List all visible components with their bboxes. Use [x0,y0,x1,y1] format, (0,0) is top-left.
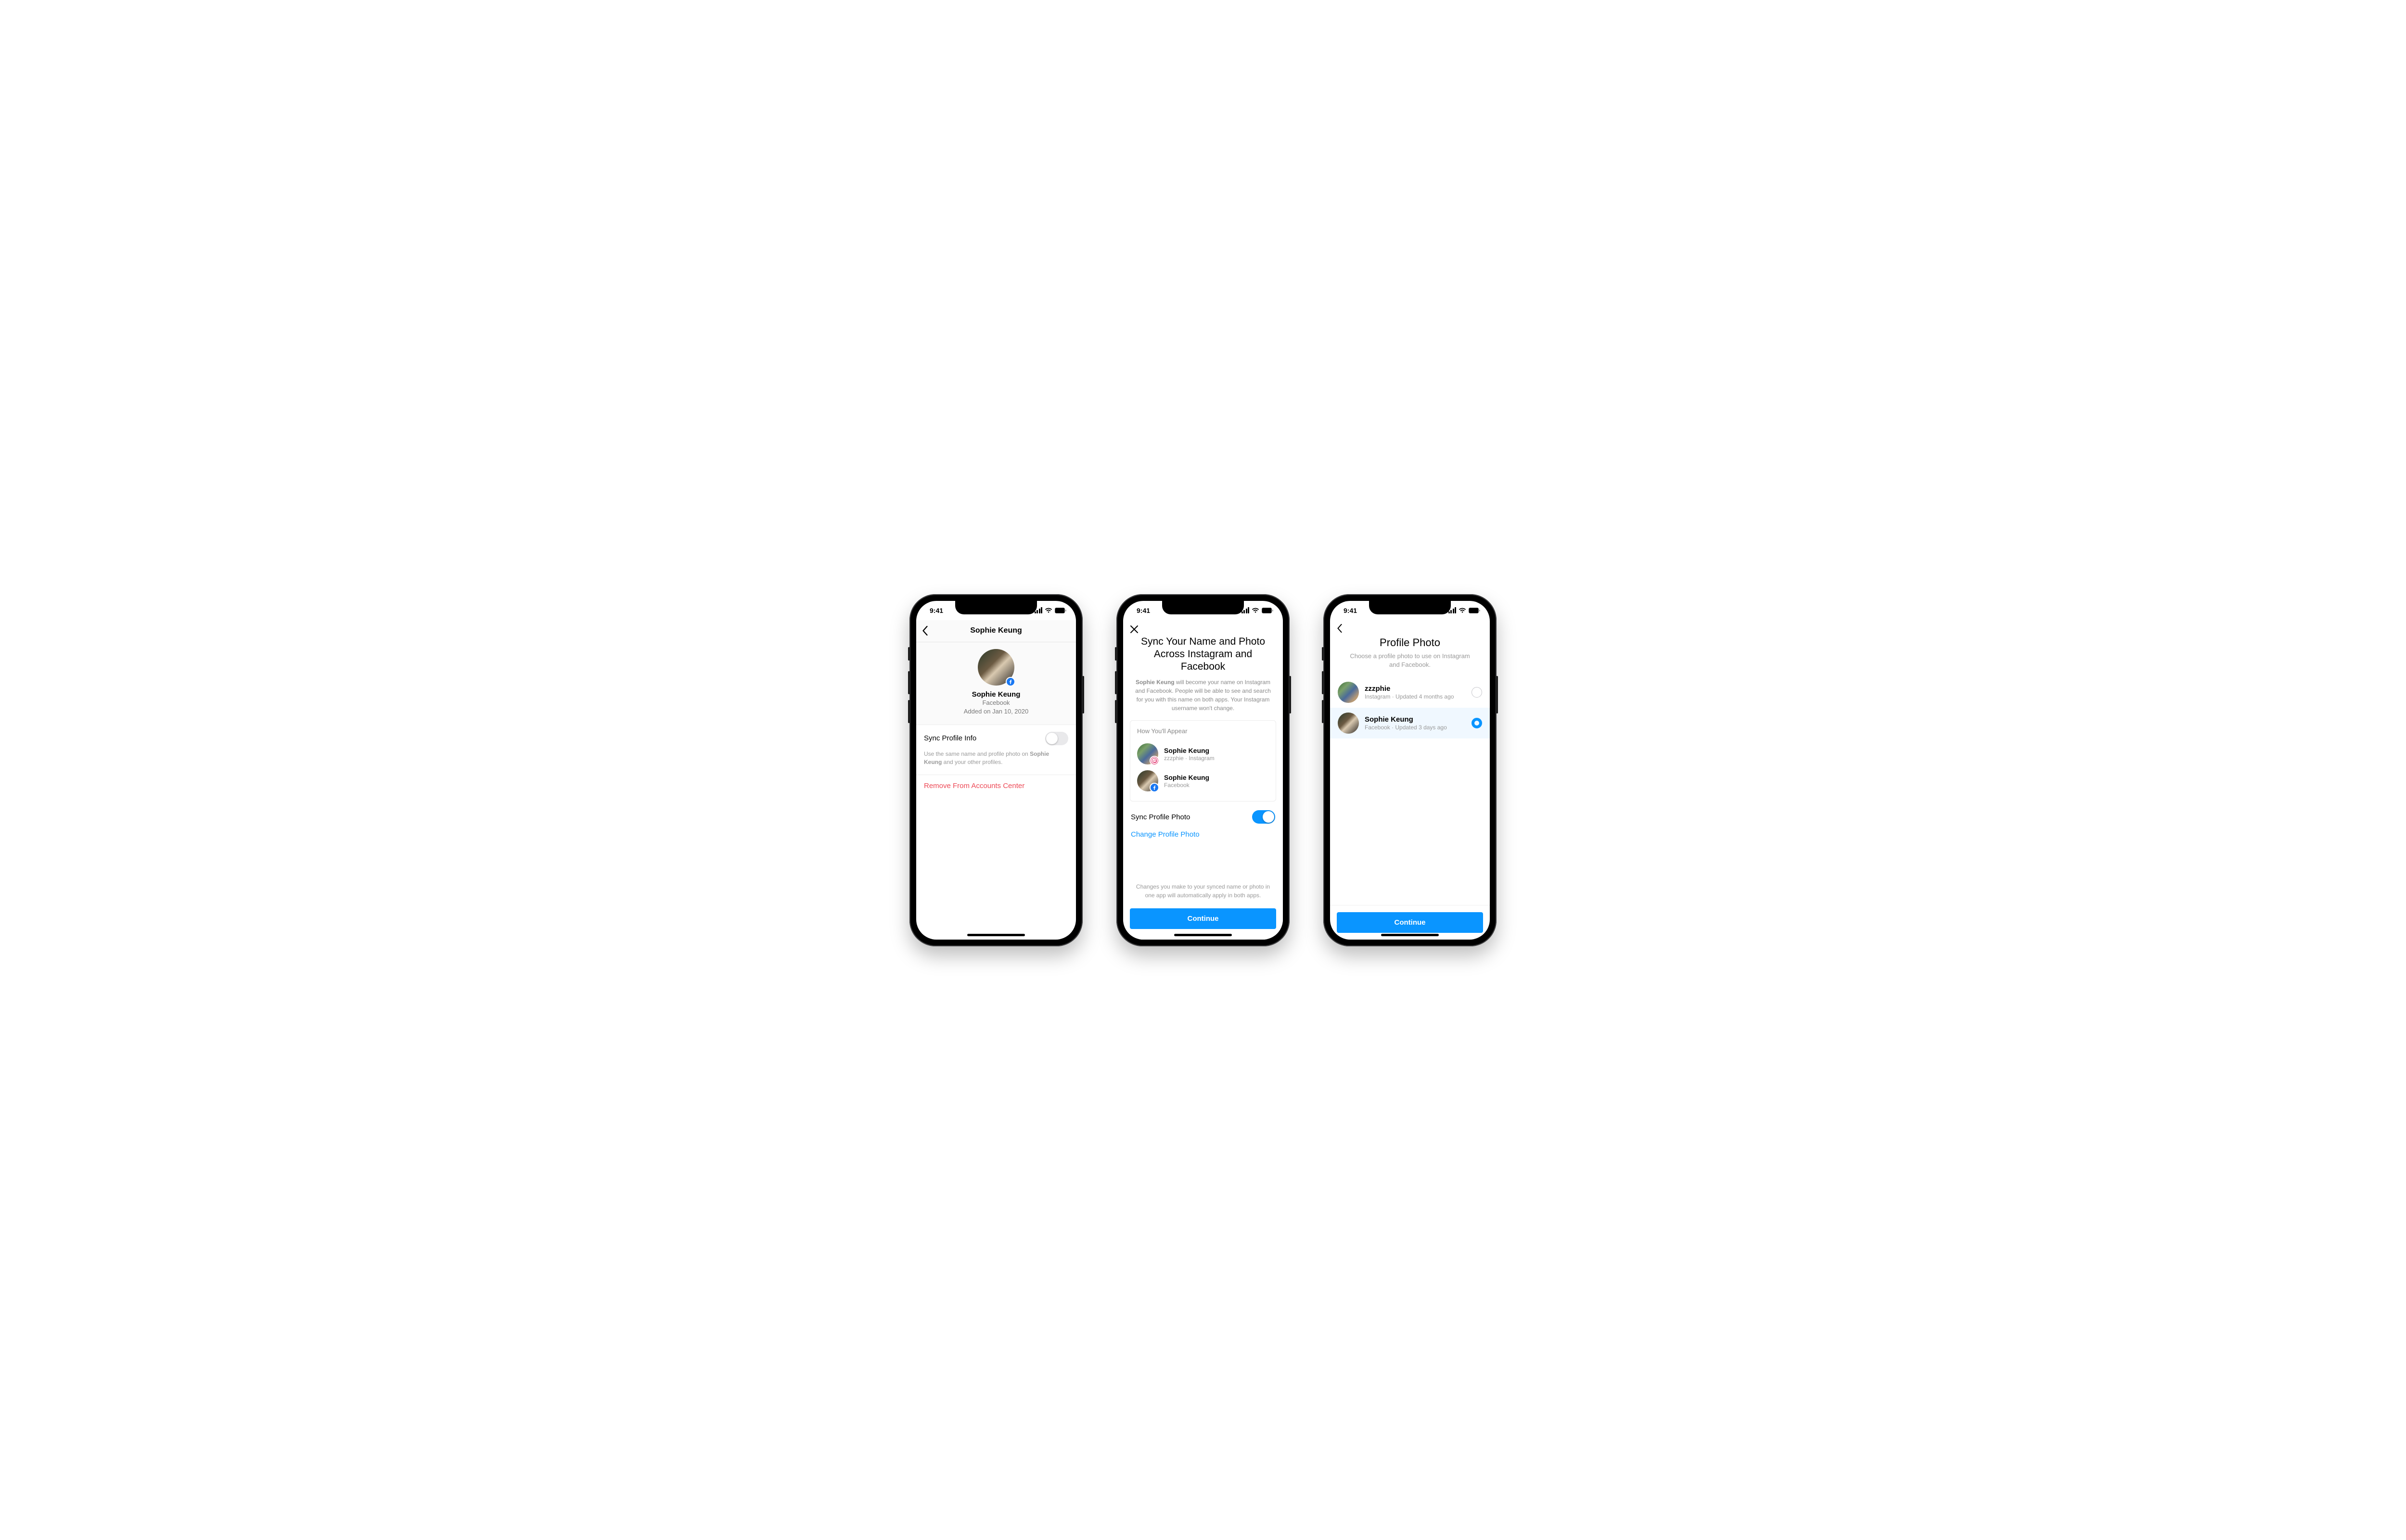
status-time: 9:41 [926,607,943,614]
remove-from-accounts-center-button[interactable]: Remove From Accounts Center [916,775,1076,797]
entry-name: Sophie Keung [1164,774,1209,782]
appearance-card: How You'll Appear Sophie Keung zzzphie ·… [1130,720,1276,802]
profile-photo-description: Choose a profile photo to use on Instagr… [1330,652,1490,677]
continue-button[interactable]: Continue [1130,908,1276,929]
profile-name: Sophie Keung [916,690,1076,699]
option-subtitle: Instagram · Updated 4 months ago [1365,693,1466,700]
screen-3: 9:41 Profile Photo Choose a profile phot… [1330,601,1490,940]
radio-unselected-icon [1472,687,1482,698]
option-name: zzzphie [1365,685,1466,693]
wifi-icon [1252,608,1259,613]
back-button[interactable] [1330,620,1490,633]
option-subtitle: Facebook · Updated 3 days ago [1365,724,1466,731]
home-indicator [1381,934,1439,936]
sync-profile-photo-label: Sync Profile Photo [1131,813,1190,821]
screen1-header: Sophie Keung [916,620,1076,642]
continue-button[interactable]: Continue [1337,912,1483,933]
home-indicator [967,934,1025,936]
entry-subtitle: zzzphie · Instagram [1164,755,1215,762]
sync-profile-info-toggle[interactable] [1045,732,1068,745]
avatar [1137,743,1158,764]
battery-icon [1055,608,1066,613]
profile-added-date: Added on Jan 10, 2020 [916,707,1076,716]
sync-profile-info-label: Sync Profile Info [924,734,976,742]
profile-platform: Facebook [916,699,1076,707]
notch [955,601,1037,614]
phone-frame-2: 9:41 Sync Your Name and Photo Across Ins… [1116,594,1290,946]
instagram-badge-icon [1150,756,1159,765]
entry-subtitle: Facebook [1164,782,1209,789]
photo-option-instagram[interactable]: zzzphie Instagram · Updated 4 months ago [1330,677,1490,708]
appearance-instagram-row: Sophie Keung zzzphie · Instagram [1137,740,1269,767]
facebook-badge-icon [1006,677,1015,687]
change-profile-photo-link[interactable]: Change Profile Photo [1130,827,1276,839]
avatar [978,649,1014,686]
appearance-card-title: How You'll Appear [1137,727,1269,735]
sync-profile-info-row: Sync Profile Info [916,725,1076,748]
profile-card: Sophie Keung Facebook Added on Jan 10, 2… [916,642,1076,725]
screen1-title: Sophie Keung [916,626,1076,635]
sync-help-text: Use the same name and profile photo on S… [916,748,1076,775]
screen-2: 9:41 Sync Your Name and Photo Across Ins… [1123,601,1283,940]
status-time: 9:41 [1340,607,1357,614]
avatar [1338,682,1359,703]
sync-profile-photo-toggle[interactable] [1252,810,1275,824]
sync-title: Sync Your Name and Photo Across Instagra… [1130,636,1276,678]
facebook-badge-icon [1150,783,1159,792]
avatar [1338,713,1359,734]
sync-description: Sophie Keung will become your name on In… [1130,678,1276,720]
entry-name: Sophie Keung [1164,747,1215,755]
battery-icon [1262,608,1273,613]
sync-footer-note: Changes you make to your synced name or … [1130,874,1276,908]
option-name: Sophie Keung [1365,715,1466,724]
profile-photo-title: Profile Photo [1330,633,1490,652]
radio-selected-icon [1472,718,1482,728]
photo-option-facebook[interactable]: Sophie Keung Facebook · Updated 3 days a… [1330,708,1490,738]
notch [1162,601,1244,614]
status-time: 9:41 [1133,607,1150,614]
sync-profile-photo-row: Sync Profile Photo [1130,802,1276,827]
appearance-facebook-row: Sophie Keung Facebook [1137,767,1269,794]
notch [1369,601,1451,614]
wifi-icon [1459,608,1466,613]
battery-icon [1469,608,1480,613]
screen-1: 9:41 Sophie Keung [916,601,1076,940]
phone-frame-3: 9:41 Profile Photo Choose a profile phot… [1323,594,1497,946]
phone-frame-1: 9:41 Sophie Keung [909,594,1083,946]
close-button[interactable] [1130,620,1276,636]
back-button[interactable] [922,626,928,636]
wifi-icon [1045,608,1052,613]
home-indicator [1174,934,1232,936]
avatar [1137,770,1158,791]
